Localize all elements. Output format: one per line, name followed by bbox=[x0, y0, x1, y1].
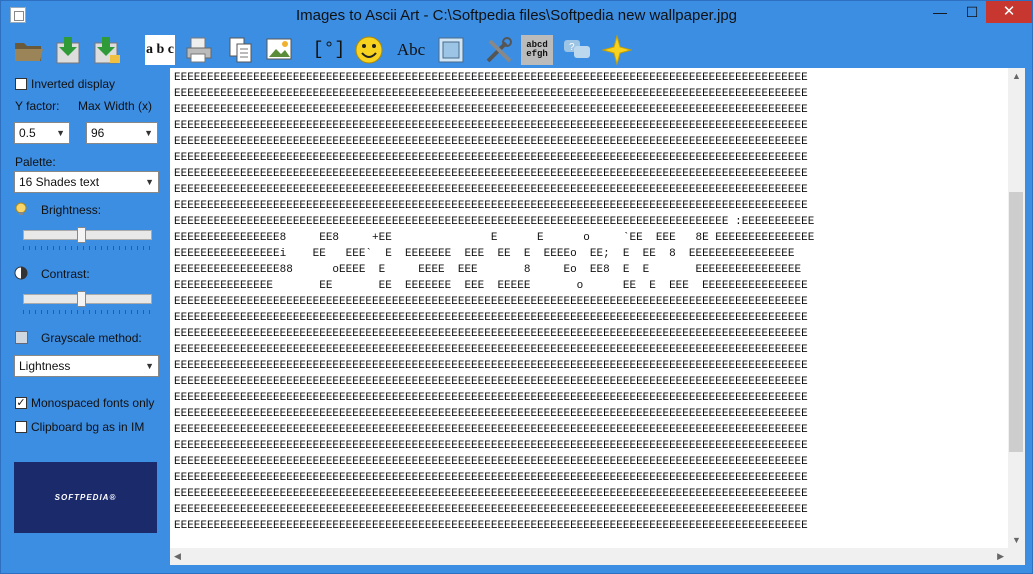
save-icon[interactable] bbox=[53, 34, 85, 66]
window-title: Images to Ascii Art - C:\Softpedia files… bbox=[295, 7, 738, 24]
save-as-icon[interactable] bbox=[91, 34, 123, 66]
inverted-display-label: Inverted display bbox=[31, 77, 116, 91]
max-width-value: 96 bbox=[91, 126, 105, 140]
monospaced-checkbox[interactable]: ✓ bbox=[15, 397, 27, 409]
contrast-slider-thumb[interactable] bbox=[77, 291, 86, 307]
brightness-label: Brightness: bbox=[41, 203, 102, 217]
svg-text:?: ? bbox=[569, 42, 575, 53]
palette-label: Palette: bbox=[15, 155, 56, 169]
scroll-left-icon[interactable]: ◀ bbox=[174, 551, 181, 562]
grayscale-method-value: Lightness bbox=[19, 359, 71, 373]
ascii-output-area[interactable]: EEEEEEEEEEEEEEEEEEEEEEEEEEEEEEEEEEEEEEEE… bbox=[170, 68, 1008, 548]
clipboard-bg-label: Clipboard bg as in IM bbox=[31, 420, 145, 434]
brightness-slider-thumb[interactable] bbox=[77, 227, 86, 243]
help-chat-icon[interactable]: ? bbox=[561, 34, 593, 66]
printer-icon[interactable] bbox=[183, 34, 215, 66]
maximize-button[interactable]: ☐ bbox=[957, 1, 987, 23]
chevron-down-icon: ▼ bbox=[145, 361, 154, 371]
chevron-down-icon: ▼ bbox=[144, 128, 153, 138]
title-bar[interactable]: Images to Ascii Art - C:\Softpedia files… bbox=[1, 1, 1032, 32]
toolbar: a b c [°] Abc abcd efgh ? bbox=[1, 32, 1032, 68]
vertical-scrollbar[interactable]: ▲ ▼ bbox=[1008, 68, 1025, 548]
ascii-art-text: EEEEEEEEEEEEEEEEEEEEEEEEEEEEEEEEEEEEEEEE… bbox=[174, 72, 815, 532]
image-icon[interactable] bbox=[263, 34, 295, 66]
inverted-display-checkbox[interactable] bbox=[15, 78, 27, 90]
face-capture-icon[interactable]: [°] bbox=[313, 34, 345, 66]
max-width-label: Max Width (x) bbox=[78, 99, 153, 113]
y-factor-label: Y factor: bbox=[15, 99, 60, 113]
grayscale-method-label: Grayscale method: bbox=[41, 331, 142, 345]
scroll-up-icon[interactable]: ▲ bbox=[1012, 71, 1021, 81]
vertical-scroll-thumb[interactable] bbox=[1009, 192, 1023, 452]
scroll-right-icon[interactable]: ▶ bbox=[997, 551, 1004, 562]
brightness-slider[interactable] bbox=[23, 230, 152, 240]
scroll-down-icon[interactable]: ▼ bbox=[1012, 535, 1021, 545]
clipboard-bg-checkbox[interactable] bbox=[15, 421, 27, 433]
text-font-icon[interactable]: a b c bbox=[145, 35, 175, 65]
picture-frame-icon[interactable] bbox=[435, 34, 467, 66]
contrast-slider[interactable] bbox=[23, 294, 152, 304]
y-factor-select[interactable]: 0.5 ▼ bbox=[14, 122, 70, 144]
scrollbar-corner bbox=[1008, 548, 1025, 565]
contrast-icon bbox=[14, 266, 28, 280]
tools-icon[interactable] bbox=[483, 34, 515, 66]
open-folder-icon[interactable] bbox=[13, 34, 45, 66]
star-icon[interactable] bbox=[601, 34, 633, 66]
minimize-button[interactable]: — bbox=[925, 1, 955, 23]
monospaced-label: Monospaced fonts only bbox=[31, 396, 155, 410]
contrast-label: Contrast: bbox=[41, 267, 90, 281]
palette-value: 16 Shades text bbox=[19, 175, 100, 189]
chevron-down-icon: ▼ bbox=[56, 128, 65, 138]
charset-icon[interactable]: abcd efgh bbox=[521, 35, 553, 65]
settings-panel: Inverted display Y factor: Max Width (x)… bbox=[9, 68, 164, 546]
grayscale-icon bbox=[15, 331, 28, 344]
smiley-icon[interactable] bbox=[353, 34, 385, 66]
chevron-down-icon: ▼ bbox=[145, 177, 154, 187]
brightness-ticks bbox=[23, 246, 152, 250]
max-width-select[interactable]: 96 ▼ bbox=[86, 122, 158, 144]
copy-icon[interactable] bbox=[225, 34, 257, 66]
y-factor-value: 0.5 bbox=[19, 126, 36, 140]
grayscale-method-select[interactable]: Lightness ▼ bbox=[14, 355, 159, 377]
softpedia-logo: SOFTPEDIA® bbox=[14, 462, 157, 533]
close-button[interactable]: ✕ bbox=[986, 1, 1032, 23]
abc-text-icon[interactable]: Abc bbox=[395, 34, 427, 66]
brightness-icon bbox=[14, 202, 28, 216]
palette-select[interactable]: 16 Shades text ▼ bbox=[14, 171, 159, 193]
app-window: Images to Ascii Art - C:\Softpedia files… bbox=[0, 0, 1033, 574]
contrast-ticks bbox=[23, 310, 152, 314]
horizontal-scrollbar[interactable]: ◀ ▶ bbox=[170, 548, 1008, 565]
